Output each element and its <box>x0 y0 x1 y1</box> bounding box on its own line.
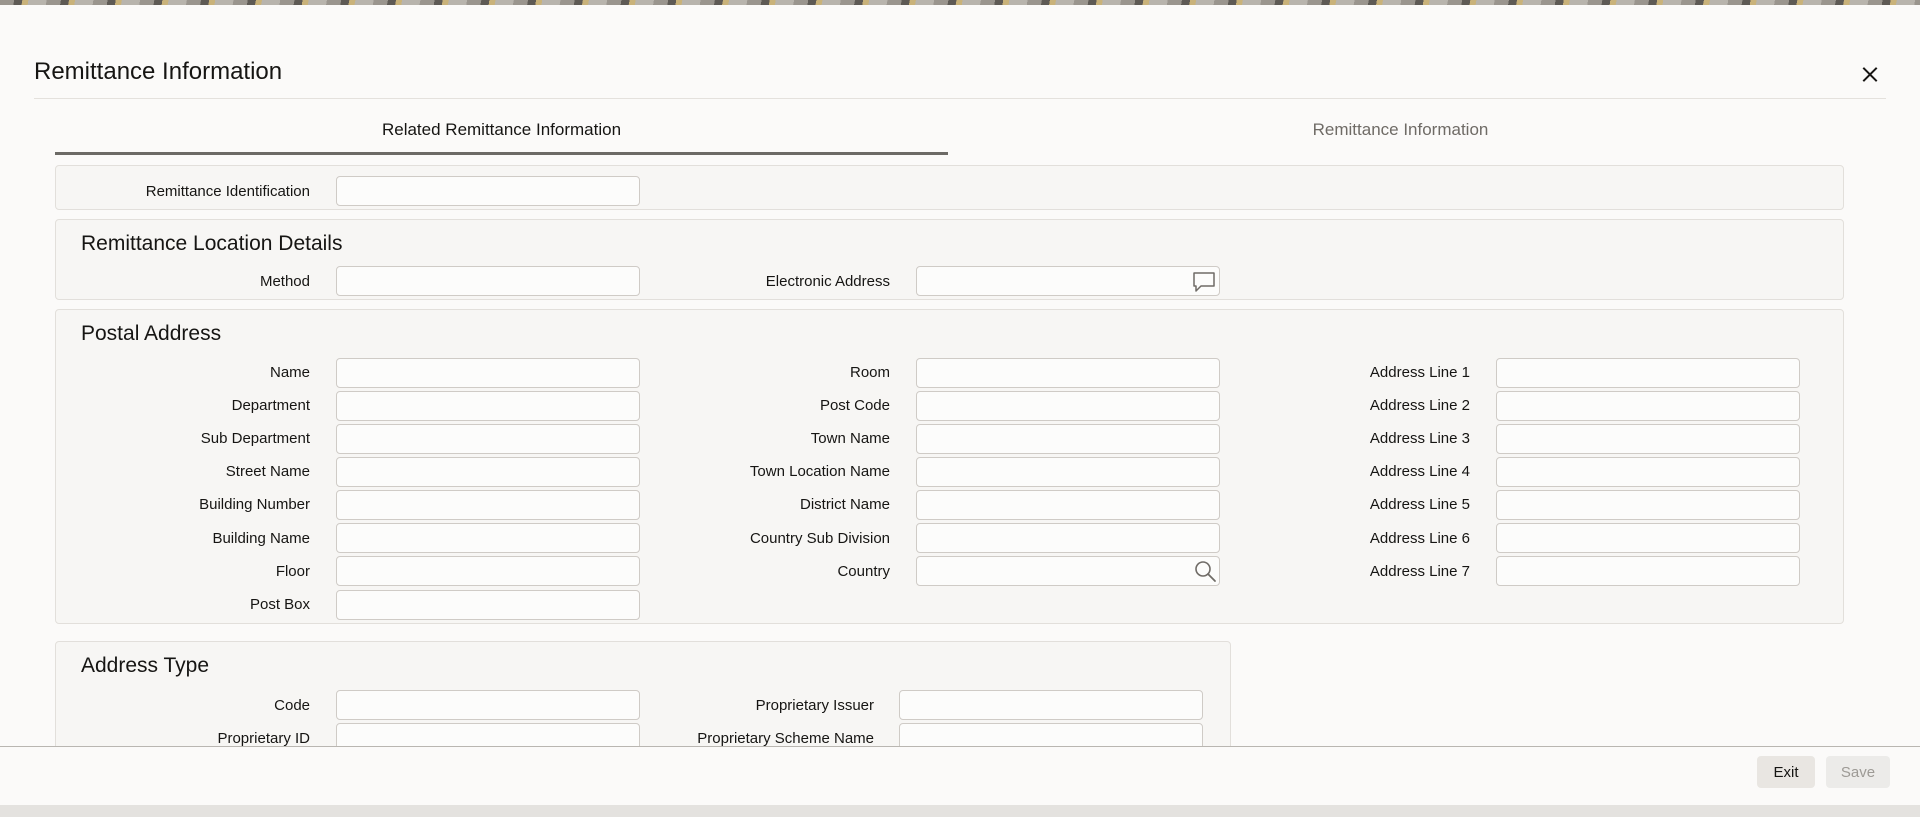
floor-input[interactable] <box>336 556 640 586</box>
tab-related-remittance-information[interactable]: Related Remittance Information <box>55 120 948 152</box>
department-input[interactable] <box>336 391 640 421</box>
electronic-address-input[interactable] <box>916 266 1220 296</box>
address-line-2-label: Address Line 2 <box>1369 397 1470 414</box>
address-line-6-input[interactable] <box>1496 523 1800 553</box>
name-input[interactable] <box>336 358 640 388</box>
post-code-input[interactable] <box>916 391 1220 421</box>
close-icon[interactable] <box>1855 60 1885 90</box>
remittance-identification-label: Remittance Identification <box>145 183 310 200</box>
district-name-input[interactable] <box>916 490 1220 520</box>
street-name-label: Street Name <box>225 463 310 480</box>
address-line-5-label: Address Line 5 <box>1369 496 1470 513</box>
address-line-3-input[interactable] <box>1496 424 1800 454</box>
proprietary-scheme-name-label: Proprietary Scheme Name <box>697 730 874 747</box>
code-label: Code <box>274 697 310 714</box>
identification-panel <box>55 165 1844 210</box>
floor-label: Floor <box>275 563 310 580</box>
address-type-section-title: Address Type <box>81 654 210 677</box>
address-line-1-input[interactable] <box>1496 358 1800 388</box>
location-section-title: Remittance Location Details <box>81 232 343 255</box>
post-code-label: Post Code <box>819 397 890 414</box>
title-divider <box>34 98 1886 99</box>
message-icon[interactable] <box>1192 270 1216 294</box>
country-sub-division-label: Country Sub Division <box>749 530 890 547</box>
building-name-label: Building Name <box>212 530 310 547</box>
address-line-1-label: Address Line 1 <box>1369 364 1470 381</box>
sub-department-input[interactable] <box>336 424 640 454</box>
active-tab-indicator <box>55 152 948 155</box>
address-line-2-input[interactable] <box>1496 391 1800 421</box>
code-input[interactable] <box>336 690 640 720</box>
address-line-5-input[interactable] <box>1496 490 1800 520</box>
tab-remittance-information[interactable]: Remittance Information <box>948 120 1853 152</box>
dialog-footer <box>0 747 1920 805</box>
town-name-label: Town Name <box>810 430 890 447</box>
proprietary-id-label: Proprietary ID <box>217 730 310 747</box>
town-location-name-input[interactable] <box>916 457 1220 487</box>
country-input[interactable] <box>916 556 1220 586</box>
search-icon[interactable] <box>1193 559 1217 583</box>
building-number-input[interactable] <box>336 490 640 520</box>
town-name-input[interactable] <box>916 424 1220 454</box>
district-name-label: District Name <box>799 496 890 513</box>
country-label: Country <box>837 563 890 580</box>
proprietary-issuer-label: Proprietary Issuer <box>755 697 874 714</box>
post-box-input[interactable] <box>336 590 640 620</box>
save-button[interactable]: Save <box>1826 756 1890 788</box>
address-line-6-label: Address Line 6 <box>1369 530 1470 547</box>
bottom-strip <box>0 805 1920 817</box>
address-line-3-label: Address Line 3 <box>1369 430 1470 447</box>
dialog-title: Remittance Information <box>34 58 283 85</box>
address-line-7-input[interactable] <box>1496 556 1800 586</box>
address-line-4-label: Address Line 4 <box>1369 463 1470 480</box>
room-input[interactable] <box>916 358 1220 388</box>
method-input[interactable] <box>336 266 640 296</box>
postal-section-title: Postal Address <box>81 322 222 345</box>
country-sub-division-input[interactable] <box>916 523 1220 553</box>
town-location-name-label: Town Location Name <box>749 463 890 480</box>
building-number-label: Building Number <box>199 496 310 513</box>
post-box-label: Post Box <box>249 596 310 613</box>
building-name-input[interactable] <box>336 523 640 553</box>
electronic-address-label: Electronic Address <box>765 273 890 290</box>
exit-button[interactable]: Exit <box>1757 756 1815 788</box>
name-label: Name <box>269 364 310 381</box>
sub-department-label: Sub Department <box>200 430 310 447</box>
method-label: Method <box>259 273 310 290</box>
address-line-7-label: Address Line 7 <box>1369 563 1470 580</box>
proprietary-issuer-input[interactable] <box>899 690 1203 720</box>
street-name-input[interactable] <box>336 457 640 487</box>
address-line-4-input[interactable] <box>1496 457 1800 487</box>
room-label: Room <box>849 364 890 381</box>
remittance-identification-input[interactable] <box>336 176 640 206</box>
department-label: Department <box>231 397 310 414</box>
